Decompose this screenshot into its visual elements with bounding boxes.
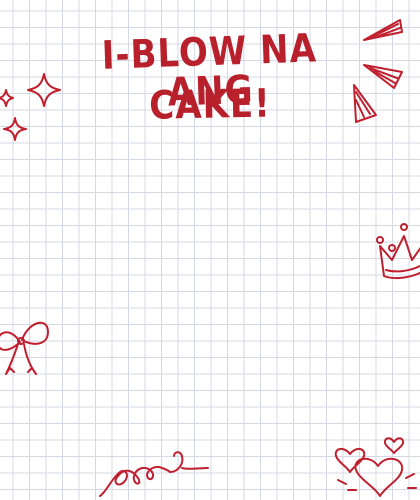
title-line-2: CAKE! [148, 80, 272, 130]
ribbon-bow-icon [0, 321, 49, 375]
crown-icon [376, 223, 420, 280]
curly-loops-icon [99, 451, 209, 497]
hearts-icon [334, 437, 417, 497]
burst-lines-icon [353, 19, 403, 123]
sparkle-star-icon [0, 73, 61, 141]
